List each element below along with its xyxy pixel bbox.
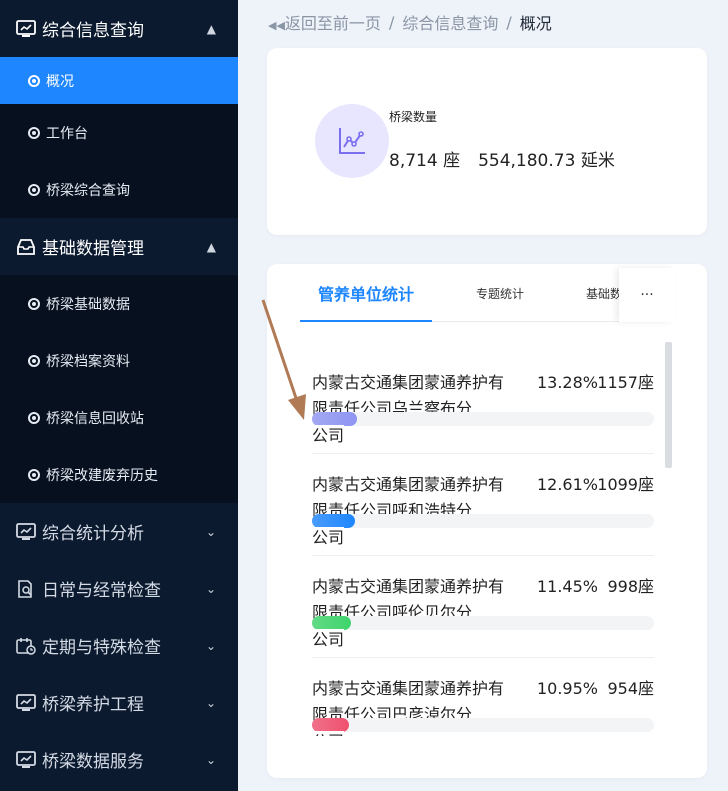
progress-track — [312, 412, 654, 426]
list-item[interactable]: 内蒙古交通集团蒙通养护有限责任公司呼伦贝尔分 11.45% 998座 公司 — [312, 556, 654, 658]
sidebar-group-label: 桥梁数据服务 — [42, 752, 144, 772]
sidebar-group-label: 日常与经常检查 — [42, 581, 161, 601]
sidebar-item-recycle-bin[interactable]: 桥梁信息回收站 — [0, 389, 238, 446]
progress-track — [312, 616, 654, 630]
chevron-down-icon: ⌄ — [205, 752, 216, 767]
sidebar: 综合信息查询 ▲ 概况 工作台 桥梁综合查询 基础数据管理 ▲ 桥梁基础数据 桥… — [0, 0, 238, 791]
unit-count: 954座 — [607, 679, 654, 698]
list-item[interactable]: 内蒙古交通集团蒙通养护有限责任公司巴彦淖尔分10.95%954座公司 — [312, 658, 654, 736]
sidebar-group-label: 综合统计分析 — [42, 524, 144, 544]
monitor-chart-icon — [16, 522, 36, 540]
unit-count: 998座 — [607, 577, 654, 596]
sidebar-item-label: 桥梁档案资料 — [46, 353, 130, 370]
bridge-count: 8,714 座 — [389, 151, 461, 171]
sidebar-group-base-data[interactable]: 基础数据管理 ▲ — [0, 218, 238, 275]
unit-count: 1157座 — [597, 373, 654, 392]
breadcrumb-separator: / — [506, 12, 512, 32]
target-icon — [28, 354, 40, 367]
sidebar-item-label: 工作台 — [46, 125, 88, 142]
chevron-down-icon: ⌄ — [205, 581, 216, 596]
back-link[interactable]: ◀◀返回至前一页 — [268, 10, 381, 34]
calendar-clock-icon — [16, 637, 36, 655]
monitor-chart-icon — [16, 19, 36, 37]
target-icon — [28, 183, 40, 196]
progress-fill — [312, 718, 349, 732]
sidebar-item-bridge-query[interactable]: 桥梁综合查询 — [0, 161, 238, 218]
progress-fill — [312, 514, 355, 528]
unit-statistics-card: 管养单位统计 专题统计 基础数 ··· 内蒙古交通集团蒙通养护有限责任公司乌兰察… — [267, 264, 707, 778]
sidebar-item-label: 概况 — [46, 73, 74, 90]
unit-percent: 13.28% — [536, 373, 598, 392]
sidebar-item-label: 桥梁信息回收站 — [46, 410, 144, 427]
unit-name-tail: 公司 — [312, 527, 345, 549]
target-icon — [28, 468, 40, 481]
chevron-up-icon: ▲ — [206, 239, 216, 254]
sidebar-item-label: 桥梁基础数据 — [46, 296, 130, 313]
tab-bar: 管养单位统计 专题统计 基础数 — [300, 264, 674, 322]
list-item[interactable]: 内蒙古交通集团蒙通养护有限责任公司呼和浩特分 12.61% 1099座 公司 — [312, 454, 654, 556]
sidebar-group-label: 桥梁养护工程 — [42, 695, 144, 715]
sidebar-group-periodic-inspection[interactable]: 定期与特殊检查 ⌄ — [0, 617, 238, 674]
chevron-down-icon: ⌄ — [205, 524, 216, 539]
unit-name-tail: 公司 — [312, 425, 345, 447]
sidebar-group-label: 综合信息查询 — [42, 21, 144, 41]
tab-base-data[interactable]: 基础数 — [586, 264, 622, 322]
sidebar-group-maintenance-project[interactable]: 桥梁养护工程 ⌄ — [0, 674, 238, 731]
breadcrumb-separator: / — [388, 12, 395, 32]
breadcrumb: ◀◀返回至前一页 / 综合信息查询 / 概况 — [268, 10, 552, 34]
target-icon — [28, 74, 40, 87]
list-item[interactable]: 内蒙古交通集团蒙通养护有限责任公司乌兰察布分 13.28% 1157座 公司 — [312, 352, 654, 454]
target-icon — [28, 126, 40, 139]
sidebar-group-daily-inspection[interactable]: 日常与经常检查 ⌄ — [0, 560, 238, 617]
tab-unit-statistics[interactable]: 管养单位统计 — [318, 264, 414, 322]
unit-name-tail: 公司 — [312, 731, 345, 736]
progress-fill — [312, 616, 351, 630]
unit-count: 1099座 — [597, 475, 654, 494]
bridge-count-values: 8,714 座 554,180.73 延米 — [389, 146, 615, 171]
monitor-chart-icon — [16, 693, 36, 711]
inbox-icon — [17, 238, 35, 255]
unit-percent: 11.45% — [536, 577, 598, 596]
chevron-up-icon: ▲ — [206, 21, 216, 36]
back-link-label: 返回至前一页 — [284, 14, 381, 33]
unit-name-tail: 公司 — [312, 629, 345, 651]
target-icon — [28, 297, 40, 310]
chevron-down-icon: ⌄ — [205, 638, 216, 653]
line-chart-icon — [315, 104, 389, 178]
document-search-icon — [18, 579, 32, 598]
sidebar-item-rebuild-history[interactable]: 桥梁改建废弃历史 — [0, 446, 238, 503]
unit-percent: 10.95% — [536, 679, 598, 698]
double-chevron-left-icon: ◀◀ — [268, 19, 285, 32]
sidebar-item-bridge-archives[interactable]: 桥梁档案资料 — [0, 332, 238, 389]
sidebar-item-overview[interactable]: 概况 — [0, 57, 238, 104]
bridge-summary-card: 桥梁数量 8,714 座 554,180.73 延米 — [267, 48, 707, 235]
progress-track — [312, 718, 654, 732]
sidebar-item-bridge-base-data[interactable]: 桥梁基础数据 — [0, 275, 238, 332]
annotation-arrow — [261, 299, 306, 420]
breadcrumb-current: 概况 — [519, 14, 552, 33]
active-tab-indicator — [300, 320, 432, 322]
progress-track — [312, 514, 654, 528]
list-scrollbar[interactable] — [665, 342, 672, 468]
progress-fill — [312, 412, 357, 426]
sidebar-group-label: 基础数据管理 — [42, 239, 144, 259]
sidebar-group-data-service[interactable]: 桥梁数据服务 ⌄ — [0, 731, 238, 788]
tab-topic-statistics[interactable]: 专题统计 — [476, 264, 524, 322]
sidebar-item-label: 桥梁改建废弃历史 — [46, 467, 158, 484]
bridge-count-label: 桥梁数量 — [389, 110, 438, 124]
bridge-length: 554,180.73 延米 — [478, 151, 615, 171]
unit-list: 内蒙古交通集团蒙通养护有限责任公司乌兰察布分 13.28% 1157座 公司 内蒙古交通… — [312, 352, 654, 736]
sidebar-item-label: 桥梁综合查询 — [46, 182, 130, 199]
monitor-chart-icon — [16, 750, 36, 768]
target-icon — [28, 411, 40, 424]
sidebar-item-workbench[interactable]: 工作台 — [0, 104, 238, 161]
unit-percent: 12.61% — [536, 475, 598, 494]
tab-more-button[interactable]: ··· — [619, 268, 675, 322]
sidebar-group-comprehensive-query[interactable]: 综合信息查询 ▲ — [0, 0, 238, 57]
sidebar-group-statistics[interactable]: 综合统计分析 ⌄ — [0, 503, 238, 560]
breadcrumb-section[interactable]: 综合信息查询 — [402, 10, 498, 34]
sidebar-group-label: 定期与特殊检查 — [42, 638, 161, 658]
chevron-down-icon: ⌄ — [205, 695, 216, 710]
